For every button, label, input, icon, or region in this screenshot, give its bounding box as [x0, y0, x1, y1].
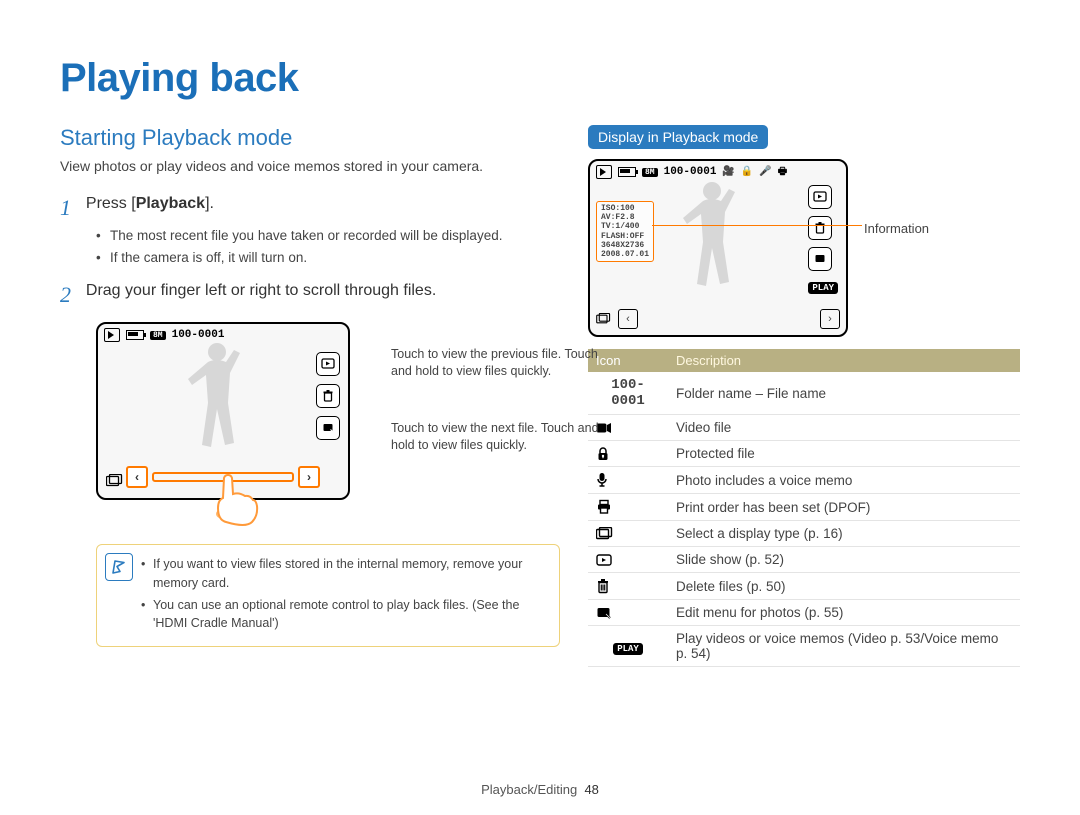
step-2: 2 Drag your finger left or right to scro…: [60, 282, 560, 308]
lcd-illustration-2: 8M 100-0001 🎥 🔒 🎤 🖶: [588, 159, 1020, 337]
table-desc: Select a display type (p. 16): [668, 521, 1020, 547]
prev-file-button[interactable]: ‹: [618, 309, 638, 329]
note-item: You can use an optional remote control t…: [141, 596, 547, 632]
table-row: 100-0001 Folder name – File name: [588, 372, 1020, 415]
footer-page-number: 48: [584, 782, 598, 797]
page-footer: Playback/Editing 48: [0, 782, 1080, 797]
callout-line: [652, 225, 862, 226]
step-1-bullets: The most recent file you have taken or r…: [96, 227, 560, 269]
step-number: 1: [60, 195, 82, 221]
note-item: If you want to view files stored in the …: [141, 555, 547, 591]
battery-icon: [618, 167, 636, 177]
display-toggle-icon: [596, 313, 612, 325]
table-desc: Protected file: [668, 441, 1020, 467]
person-silhouette: [678, 177, 758, 309]
right-column: Display in Playback mode 8M 100-0001 🎥 🔒…: [588, 125, 1020, 667]
edit-icon: [316, 416, 340, 440]
lcd-illustration-1: 8M 100-0001: [96, 322, 366, 500]
bullet: The most recent file you have taken or r…: [96, 227, 560, 246]
mic-icon: 🎤: [759, 166, 771, 178]
lcd-side-icons: PLAY: [808, 185, 838, 294]
table-row: Photo includes a voice memo: [588, 467, 1020, 494]
lcd-callouts: Touch to view the previous file. Touch a…: [391, 346, 611, 470]
note-icon: [105, 553, 133, 581]
information-callout: Information: [864, 221, 929, 236]
table-row: Delete files (p. 50): [588, 573, 1020, 600]
playback-icon: [596, 165, 612, 179]
table-row: PLAY Play videos or voice memos (Video p…: [588, 626, 1020, 667]
step-number: 2: [60, 282, 82, 308]
display-toggle-icon: [588, 521, 668, 547]
playback-icon: [104, 328, 120, 342]
table-header-description: Description: [668, 349, 1020, 372]
table-desc: Slide show (p. 52): [668, 547, 1020, 573]
table-desc: Folder name – File name: [668, 372, 1020, 415]
table-row: Edit menu for photos (p. 55): [588, 600, 1020, 626]
lcd-side-icons: [316, 352, 340, 440]
edit-icon: [588, 600, 668, 626]
info-line: TV:1/400: [601, 222, 649, 231]
next-file-button[interactable]: ›: [298, 466, 320, 488]
left-column: Starting Playback mode View photos or pl…: [60, 125, 560, 667]
table-row: Print order has been set (DPOF): [588, 494, 1020, 521]
section-heading: Starting Playback mode: [60, 125, 560, 151]
lcd-screen: 8M 100-0001 🎥 🔒 🎤 🖶: [588, 159, 848, 337]
play-label-icon: PLAY: [588, 626, 668, 667]
play-label-icon: PLAY: [808, 282, 838, 294]
info-line: 2008.07.01: [601, 250, 649, 259]
info-overlay: ISO:100 AV:F2.8 TV:1/400 FLASH:OFF 3648X…: [596, 201, 654, 262]
person-silhouette: [183, 338, 263, 470]
step-text-prefix: Press [: [86, 195, 136, 212]
table-row: Slide show (p. 52): [588, 547, 1020, 573]
mic-icon: [588, 467, 668, 494]
edit-icon: [808, 247, 832, 271]
step-text: Drag your finger left or right to scroll…: [86, 282, 436, 300]
table-row: Select a display type (p. 16): [588, 521, 1020, 547]
resolution-badge: 8M: [642, 168, 658, 177]
icon-description-table: Icon Description 100-0001 Folder name – …: [588, 349, 1020, 667]
note-box: If you want to view files stored in the …: [96, 544, 560, 647]
print-icon: 🖶: [778, 164, 787, 181]
table-desc: Delete files (p. 50): [668, 573, 1020, 600]
info-line: FLASH:OFF: [601, 232, 649, 241]
step-1: 1 Press [Playback]. The most recent file…: [60, 195, 560, 269]
next-file-button[interactable]: ›: [820, 309, 840, 329]
prev-file-button[interactable]: ‹: [126, 466, 148, 488]
table-desc: Video file: [668, 415, 1020, 441]
footer-section: Playback/Editing: [481, 782, 577, 797]
trash-icon: [588, 573, 668, 600]
table-desc: Edit menu for photos (p. 55): [668, 600, 1020, 626]
battery-icon: [126, 330, 144, 340]
section-description: View photos or play videos and voice mem…: [60, 157, 560, 177]
callout-prev: Touch to view the previous file. Touch a…: [391, 346, 611, 380]
slideshow-icon: [316, 352, 340, 376]
table-row: Video file: [588, 415, 1020, 441]
bullet: If the camera is off, it will turn on.: [96, 249, 560, 268]
info-line: ISO:100: [601, 204, 649, 213]
slideshow-icon: [808, 185, 832, 209]
slideshow-icon: [588, 547, 668, 573]
callout-next: Touch to view the next file. Touch and h…: [391, 420, 611, 454]
subsection-heading: Display in Playback mode: [588, 125, 768, 149]
resolution-badge: 8M: [150, 331, 166, 340]
page-title: Playing back: [60, 56, 1020, 101]
print-icon: [588, 494, 668, 521]
hand-pointer-icon: [206, 464, 266, 534]
step-text-suffix: ].: [205, 195, 214, 212]
info-line: AV:F2.8: [601, 213, 649, 222]
table-desc: Print order has been set (DPOF): [668, 494, 1020, 521]
trash-icon: [808, 216, 832, 240]
step-text-bold: Playback: [136, 195, 205, 212]
display-toggle-icon: [106, 474, 124, 488]
table-desc: Play videos or voice memos (Video p. 53/…: [668, 626, 1020, 667]
info-line: 3648X2736: [601, 241, 649, 250]
step-text: Press [Playback].: [86, 195, 214, 213]
trash-icon: [316, 384, 340, 408]
manual-page: Playing back Starting Playback mode View…: [0, 0, 1080, 815]
two-column-layout: Starting Playback mode View photos or pl…: [60, 125, 1020, 667]
table-row: Protected file: [588, 441, 1020, 467]
table-desc: Photo includes a voice memo: [668, 467, 1020, 494]
lcd-bottom-bar: ‹ ›: [596, 309, 840, 329]
